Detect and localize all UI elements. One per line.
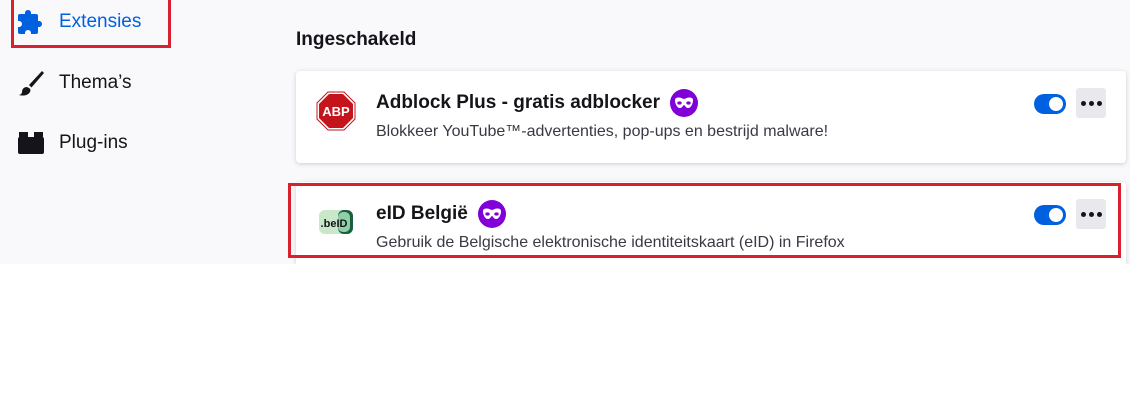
sidebar-item-themes[interactable]: Thema’s <box>16 68 132 98</box>
sidebar-item-label: Plug-ins <box>59 132 128 153</box>
addon-name-row: eID België <box>376 200 506 228</box>
addon-card-eid-belgie[interactable]: .beID eID België Gebruik de Belgische el… <box>296 182 1126 264</box>
abp-icon: ABP <box>316 91 356 131</box>
toggle-knob <box>1049 97 1063 111</box>
abp-icon-text: ABP <box>322 104 350 119</box>
addon-name-row: Adblock Plus - gratis adblocker <box>376 89 699 117</box>
brush-icon <box>16 68 46 98</box>
addon-description: Blokkeer YouTube™-advertenties, pop-ups … <box>376 123 829 140</box>
addon-description: Gebruik de Belgische elektronische ident… <box>376 234 845 251</box>
puzzle-icon <box>16 7 46 37</box>
eid-icon-text: .beID <box>321 218 348 230</box>
addon-name: eID België <box>376 203 468 224</box>
sidebar-item-label: Extensies <box>59 11 142 32</box>
more-options-button[interactable] <box>1076 88 1106 118</box>
private-browsing-icon <box>477 200 506 228</box>
more-options-dot <box>1088 100 1094 106</box>
addon-name: Adblock Plus - gratis adblocker <box>376 92 661 113</box>
more-options-dot <box>1088 211 1094 217</box>
section-heading-enabled: Ingeschakeld <box>296 29 417 50</box>
addons-manager: Extensies Thema’s Plug-ins Ingeschakeld … <box>0 0 1130 264</box>
sidebar-item-label: Thema’s <box>59 72 132 93</box>
more-options-icon <box>1080 100 1086 106</box>
plugin-icon <box>16 128 46 158</box>
toggle-knob <box>1049 208 1063 222</box>
enable-toggle[interactable] <box>1034 94 1066 114</box>
addon-card-adblock-plus[interactable]: ABP Adblock Plus - gratis adblocker Blok… <box>296 71 1126 163</box>
sidebar-item-plugins[interactable]: Plug-ins <box>16 128 128 158</box>
more-options-dot <box>1096 100 1102 106</box>
more-options-icon <box>1080 211 1086 217</box>
more-options-button[interactable] <box>1076 199 1106 229</box>
eid-icon: .beID <box>316 202 356 242</box>
sidebar: Extensies Thema’s Plug-ins <box>0 0 270 264</box>
private-browsing-icon <box>670 89 699 117</box>
sidebar-item-extensions[interactable]: Extensies <box>16 7 141 37</box>
more-options-dot <box>1096 211 1102 217</box>
enable-toggle[interactable] <box>1034 205 1066 225</box>
